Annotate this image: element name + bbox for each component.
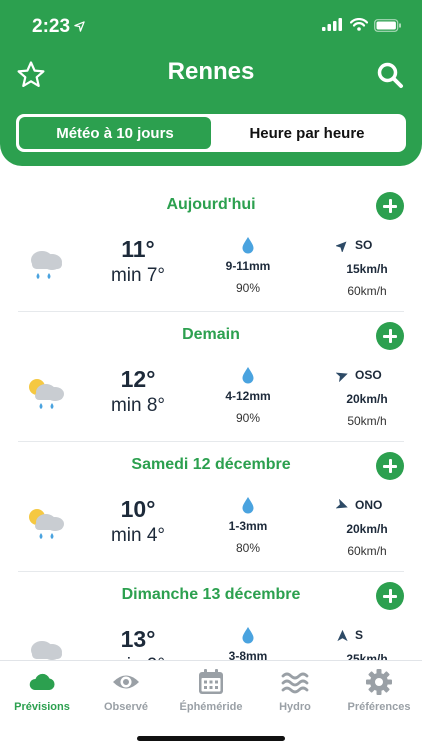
cloud-icon	[31, 641, 62, 660]
precipitation-block: 4-12mm 90%	[208, 366, 288, 425]
wind-gust: 60km/h	[347, 284, 387, 298]
wind-speed: 25km/h	[346, 652, 388, 660]
wind-direction: ONO	[330, 496, 404, 514]
temp-max: 11°	[121, 236, 155, 262]
day-card[interactable]: Aujourd'hui 11° min 7° 9-11mm 90% SO 15km/h 60k…	[18, 182, 404, 312]
sun-cloud-rain-icon	[29, 509, 64, 539]
temp-max: 13°	[120, 626, 156, 652]
precipitation-block: 1-3mm 80%	[208, 496, 288, 555]
home-indicator	[137, 736, 285, 741]
temperature-block: 13°min 9°	[98, 626, 178, 660]
day-card[interactable]: Demain 12° min 8° 4-12mm 90% OSO 20km/h 50km/h	[18, 312, 404, 442]
rain-probability: 80%	[235, 541, 261, 555]
sun-cloud-rain-icon	[29, 379, 64, 409]
wind-gust: 60km/h	[347, 544, 387, 558]
wind-direction: SO	[330, 236, 404, 254]
wind-direction-label: OSO	[355, 368, 382, 382]
wind-arrow-icon	[336, 241, 347, 252]
wind-block: ONO 20km/h 60km/h	[330, 496, 404, 558]
page-title: Rennes	[167, 58, 255, 85]
wind-block: SO 15km/h 60km/h	[330, 236, 404, 298]
day-card[interactable]: Samedi 12 décembre 10° min 4° 1-3mm 80% ONO 20…	[18, 442, 404, 572]
day-title: Dimanche 13 décembre	[121, 586, 301, 603]
temp-min: min 8°	[110, 395, 166, 416]
wind-arrow-icon	[336, 498, 348, 508]
tab-label: Éphéméride	[179, 701, 243, 713]
wind-speed: 20km/h	[346, 522, 388, 536]
rain-amount: 4-12mm	[225, 389, 271, 403]
wind-arrow-icon	[336, 372, 348, 382]
tab-preferences[interactable]: Préférences	[337, 667, 421, 713]
segment-hourly[interactable]: Heure par heure	[211, 117, 403, 149]
header-bar: 2:23 Rennes Météo à 10 jours Heure par h…	[0, 0, 422, 166]
temp-min: min 4°	[110, 525, 166, 546]
expand-plus-icon[interactable]	[376, 322, 404, 350]
temp-max: 12°	[120, 366, 156, 392]
tab-previsions[interactable]: Prévisions	[0, 667, 84, 713]
temperature-block: 10° min 4°	[98, 496, 178, 547]
tab-label: Préférences	[347, 701, 411, 713]
battery-icon	[374, 19, 401, 32]
wind-speed: 20km/h	[346, 392, 388, 406]
day-title: Samedi 12 décembre	[131, 456, 291, 473]
status-bar: 2:23	[0, 0, 422, 46]
raindrop-icon	[242, 237, 254, 254]
cloud-icon	[29, 673, 55, 690]
raindrop-icon	[242, 627, 254, 644]
wind-gust: 50km/h	[347, 414, 387, 428]
gear-icon	[366, 669, 392, 695]
expand-plus-icon[interactable]	[376, 452, 404, 480]
cloud-rain-icon	[31, 251, 62, 279]
wifi-icon	[350, 18, 368, 31]
tab-label: Hydro	[279, 701, 311, 713]
rain-amount: 9-11mm	[225, 259, 271, 273]
tab-label: Prévisions	[14, 701, 70, 713]
raindrop-icon	[242, 497, 254, 514]
wind-block: OSO 20km/h 50km/h	[330, 366, 404, 428]
signal-icon	[322, 18, 342, 31]
wind-direction-label: SO	[355, 238, 373, 252]
precipitation-block: 9-11mm 90%	[208, 236, 288, 295]
wind-direction: S	[330, 626, 404, 644]
waves-icon	[281, 672, 309, 694]
wind-direction: OSO	[330, 366, 404, 384]
eye-icon	[113, 675, 139, 689]
segment-10-day[interactable]: Météo à 10 jours	[19, 117, 211, 149]
rain-amount: 1-3mm	[228, 519, 268, 533]
precipitation-block: 3-8mm90%	[208, 626, 288, 660]
expand-plus-icon[interactable]	[376, 582, 404, 610]
rain-probability: 90%	[235, 281, 261, 295]
wind-direction-label: S	[355, 628, 364, 642]
tab-observe[interactable]: Observé	[84, 667, 168, 713]
expand-plus-icon[interactable]	[376, 192, 404, 220]
day-title: Aujourd'hui	[166, 196, 256, 213]
temperature-block: 11° min 7°	[98, 236, 178, 287]
calendar-icon	[199, 669, 223, 694]
rain-amount: 3-8mm	[228, 649, 268, 660]
temp-max: 10°	[120, 496, 156, 522]
location-arrow-icon	[74, 21, 85, 32]
rain-probability: 90%	[235, 411, 261, 425]
wind-direction-label: ONO	[355, 498, 383, 512]
day-card[interactable]: Dimanche 13 décembre 13°min 9° 3-8mm90% S 25…	[18, 572, 404, 660]
status-time: 2:23	[32, 16, 71, 37]
tab-ephemeride[interactable]: Éphéméride	[169, 667, 253, 713]
raindrop-icon	[242, 367, 254, 384]
tab-hydro[interactable]: Hydro	[253, 667, 337, 713]
day-title: Demain	[182, 326, 240, 343]
view-segmented-control: Météo à 10 jours Heure par heure	[16, 114, 406, 152]
wind-speed: 15km/h	[346, 262, 388, 276]
forecast-list[interactable]: Aujourd'hui 11° min 7° 9-11mm 90% SO 15km/h 60k…	[0, 182, 422, 660]
temp-min: min 7°	[110, 265, 166, 286]
wind-block: S25km/h60km/h	[330, 626, 404, 660]
tab-label: Observé	[103, 701, 149, 713]
search-icon[interactable]	[376, 61, 404, 89]
temperature-block: 12° min 8°	[98, 366, 178, 417]
wind-arrow-icon	[337, 629, 348, 641]
